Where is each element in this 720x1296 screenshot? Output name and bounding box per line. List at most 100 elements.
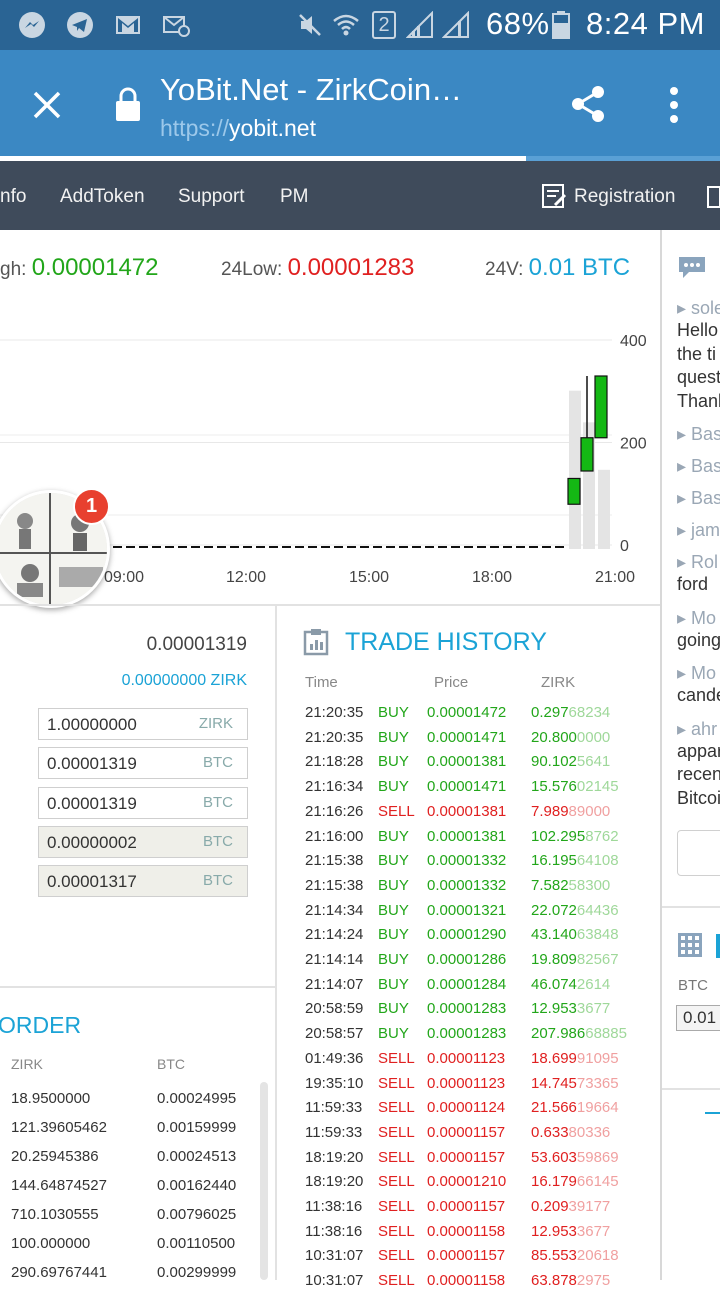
trade-history-title: TRADE HISTORY (345, 628, 547, 656)
trade-amount-fade: 39177 (568, 1198, 611, 1215)
order-zirk-amount[interactable]: 100.000000 (11, 1235, 90, 1252)
trade-amount-main: 63.878 (531, 1272, 577, 1290)
chat-username[interactable]: ▸ jam (677, 520, 720, 541)
trade-amount: 7.98989000 (531, 803, 610, 820)
sidebar-divider (660, 230, 662, 1280)
close-icon[interactable] (32, 90, 62, 120)
chat-username[interactable]: ▸ Rol (677, 552, 718, 573)
stat-high-value: 0.00001472 (31, 254, 159, 281)
more-options-icon[interactable] (664, 86, 684, 126)
chat-username[interactable]: ▸ Bas (677, 424, 720, 445)
trade-row: 11:38:16 SELL 0.00001157 0.20939177 (305, 1198, 645, 1222)
trade-time: 19:35:10 (305, 1074, 364, 1092)
trade-amount-main: 43.140 (531, 926, 577, 944)
chart-x-tick: 15:00 (349, 569, 389, 586)
trade-row: 21:16:26 SELL 0.00001381 7.98989000 (305, 803, 645, 827)
order-zirk-amount[interactable]: 144.64874527 (11, 1177, 107, 1194)
trade-price: 0.00001123 (427, 1049, 506, 1067)
signal-icon-2 (442, 11, 469, 38)
chat-arrow-icon: ▸ (677, 718, 692, 739)
trade-type: SELL (378, 1148, 415, 1166)
amount-input[interactable]: 1.00000000 ZIRK (38, 708, 248, 740)
trade-amount-main: 16.195 (531, 852, 577, 870)
trade-amount-fade: 8762 (585, 827, 619, 845)
order-btc-total[interactable]: 0.00159999 (157, 1119, 236, 1136)
order-zirk-amount[interactable]: 710.1030555 (11, 1206, 99, 1223)
price-unit: BTC (203, 754, 233, 771)
share-icon[interactable] (568, 84, 608, 124)
trade-price: 0.00001332 (427, 876, 507, 894)
trade-amount: 207.98668885 (531, 1025, 627, 1042)
trade-type: SELL (378, 1049, 415, 1067)
trade-type: BUY (378, 901, 409, 919)
trade-price: 0.00001321 (427, 901, 507, 919)
order-zirk-amount[interactable]: 121.39605462 (11, 1119, 107, 1136)
order-zirk-amount[interactable]: 20.25945386 (11, 1148, 99, 1165)
orders-scrollbar[interactable] (260, 1082, 268, 1280)
trade-amount: 85.55320618 (531, 1247, 619, 1264)
nav-item-pm[interactable]: PM (280, 186, 309, 208)
order-btc-total[interactable]: 0.00796025 (157, 1206, 236, 1223)
chat-username-text: Rol (691, 552, 719, 572)
order-btc-total[interactable]: 0.00299999 (157, 1264, 236, 1281)
trade-price: 0.00001381 (427, 827, 507, 845)
chat-username[interactable]: ▸ Mo (677, 608, 716, 629)
chat-username[interactable]: ▸ Bas (677, 456, 720, 477)
trade-amount: 90.1025641 (531, 753, 610, 770)
trade-price: 0.00001472 (427, 704, 507, 721)
chart-x-tick: 21:00 (595, 569, 635, 586)
trade-amount: 16.17966145 (531, 1173, 619, 1190)
trade-amount-fade: 59869 (576, 1148, 619, 1166)
trade-amount-main: 102.295 (531, 827, 586, 845)
trade-type: BUY (378, 753, 409, 771)
trade-price: 0.00001283 (427, 1000, 507, 1018)
trade-amount-fade: 19664 (576, 1099, 619, 1117)
order-zirk-amount[interactable]: 18.9500000 (11, 1090, 90, 1107)
chat-icon (679, 257, 705, 278)
page-title: YoBit.Net - ZirkCoin… (160, 72, 463, 107)
price-input[interactable]: 0.00001319 BTC (38, 747, 248, 779)
trade-type: BUY (378, 926, 409, 944)
chat-username[interactable]: ▸ sole (677, 298, 720, 319)
chat-username-text: ahr (691, 718, 718, 739)
calculator-icon (678, 933, 702, 957)
chat-input[interactable] (677, 830, 720, 876)
chat-username-text: Mo (691, 607, 717, 628)
order-btc-total[interactable]: 0.00024513 (157, 1148, 236, 1165)
trade-price: 0.00001381 (427, 753, 507, 771)
order-btc-total[interactable]: 0.00024995 (157, 1090, 236, 1107)
trade-time: 21:20:35 (305, 728, 364, 746)
chat-username[interactable]: ▸ ahr (677, 719, 717, 740)
login-icon[interactable] (706, 185, 720, 209)
form-price: 0.00001319 (146, 634, 247, 655)
form-balance[interactable]: 0.00000000 ZIRK (0, 672, 247, 690)
order-btc-total[interactable]: 0.00110500 (157, 1235, 235, 1252)
trade-type: SELL (378, 1222, 415, 1240)
nav-item-registration[interactable]: Registration (574, 186, 675, 208)
trade-row: 21:16:00 BUY 0.00001381 102.2958762 (305, 828, 645, 852)
price-value: 0.00001319 (47, 754, 137, 773)
nav-item-info[interactable]: nfo (0, 186, 26, 208)
trade-amount-fade: 3677 (576, 1222, 611, 1240)
site-nav: nfo AddToken Support PM Registration (0, 161, 720, 230)
mute-icon (299, 14, 321, 36)
nav-item-support[interactable]: Support (178, 186, 245, 208)
trade-time: 10:31:07 (305, 1247, 364, 1265)
trade-type: SELL (378, 1272, 415, 1290)
nav-item-addtoken[interactable]: AddToken (60, 186, 145, 208)
trade-amount: 0.20939177 (531, 1198, 610, 1215)
signal-icon (406, 11, 433, 38)
trade-price: 0.00001286 (427, 951, 507, 968)
order-btc-total[interactable]: 0.00162440 (157, 1177, 236, 1194)
order-zirk-amount[interactable]: 290.69767441 (11, 1264, 107, 1281)
total-input[interactable]: 0.00001319 BTC (38, 787, 248, 819)
trade-row: 18:19:20 SELL 0.00001157 53.60359869 (305, 1149, 645, 1173)
stat-low-value: 0.00001283 (287, 254, 415, 281)
th-col-price: Price (434, 674, 469, 691)
chat-username[interactable]: ▸ Mo (677, 663, 716, 684)
trade-time: 21:15:38 (305, 876, 364, 894)
trade-amount-main: 15.576 (531, 778, 577, 796)
trade-time: 21:14:07 (305, 975, 364, 993)
chat-username[interactable]: ▸ Bas (677, 488, 720, 509)
calc-btc-input[interactable]: 0.01 (676, 1005, 720, 1031)
